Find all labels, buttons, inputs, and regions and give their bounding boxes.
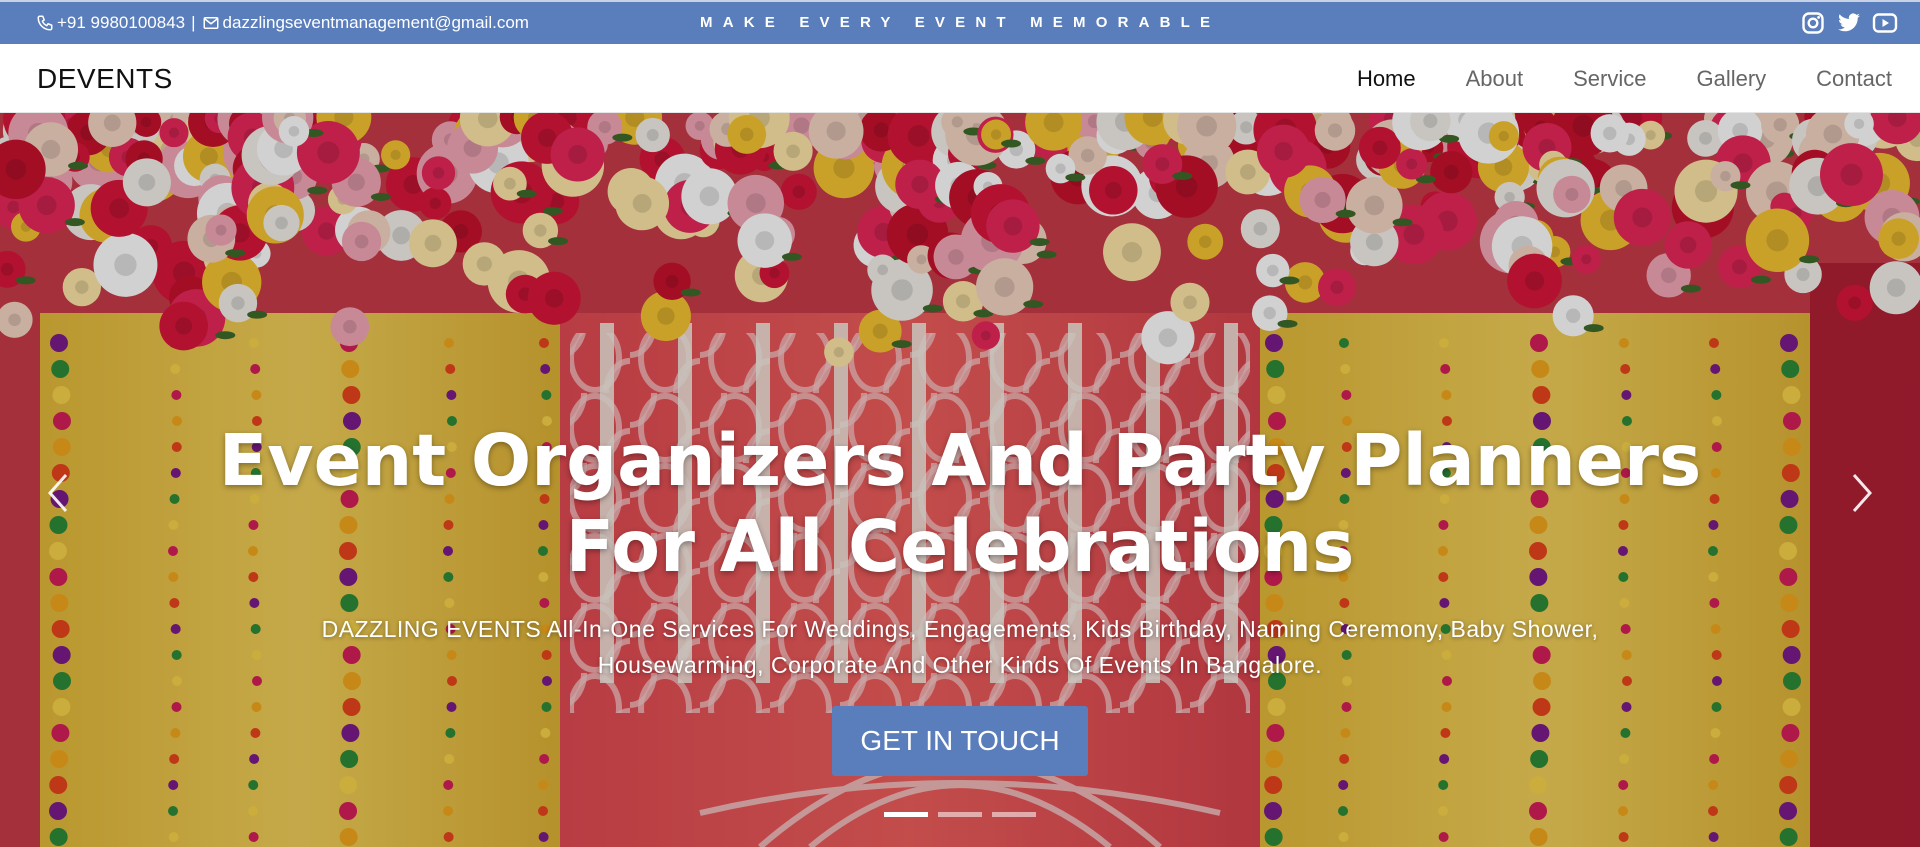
instagram-icon[interactable] (1800, 10, 1826, 36)
contact-separator: | (191, 13, 196, 32)
nav-item-contact[interactable]: Contact (1816, 66, 1892, 92)
twitter-icon[interactable] (1836, 10, 1862, 36)
phone-number[interactable]: +91 9980100843 (57, 13, 185, 33)
hero-title: Event Organizers And Party Planners For … (200, 418, 1720, 590)
mail-icon (202, 14, 220, 32)
chevron-left-icon (47, 474, 68, 512)
chevron-right-icon (1852, 474, 1873, 512)
tagline: MAKE EVERY EVENT MEMORABLE (700, 14, 1221, 31)
carousel-indicator-1[interactable] (884, 812, 928, 817)
get-in-touch-button[interactable]: GET IN TOUCH (832, 706, 1088, 776)
brand-logo[interactable]: DEVENTS (37, 44, 173, 113)
carousel-indicators (884, 812, 1036, 817)
youtube-icon[interactable] (1872, 10, 1898, 36)
email-address[interactable]: dazzlingseventmanagement@gmail.com (223, 13, 529, 33)
nav-item-service[interactable]: Service (1573, 66, 1646, 92)
hero-title-line1: Event Organizers And Party Planners (218, 419, 1702, 502)
contact-info: +91 9980100843 | dazzlingseventmanagemen… (36, 2, 529, 44)
hero-carousel: Event Organizers And Party Planners For … (0, 113, 1920, 847)
nav-item-gallery[interactable]: Gallery (1696, 66, 1766, 92)
main-navbar: DEVENTS Home About Service Gallery Conta… (0, 44, 1920, 113)
hero-subtitle: DAZZLING EVENTS All-In-One Services For … (321, 616, 1599, 678)
carousel-indicator-3[interactable] (992, 812, 1036, 817)
carousel-prev-button[interactable] (38, 463, 78, 523)
phone-icon (36, 14, 54, 32)
hero-title-line2: For All Celebrations (565, 505, 1355, 588)
nav-item-home[interactable]: Home (1357, 66, 1416, 92)
top-bar: +91 9980100843 | dazzlingseventmanagemen… (0, 0, 1920, 44)
main-nav: Home About Service Gallery Contact (1357, 44, 1920, 113)
nav-item-about[interactable]: About (1466, 66, 1524, 92)
carousel-next-button[interactable] (1842, 463, 1882, 523)
carousel-indicator-2[interactable] (938, 812, 982, 817)
social-links (1800, 2, 1898, 44)
